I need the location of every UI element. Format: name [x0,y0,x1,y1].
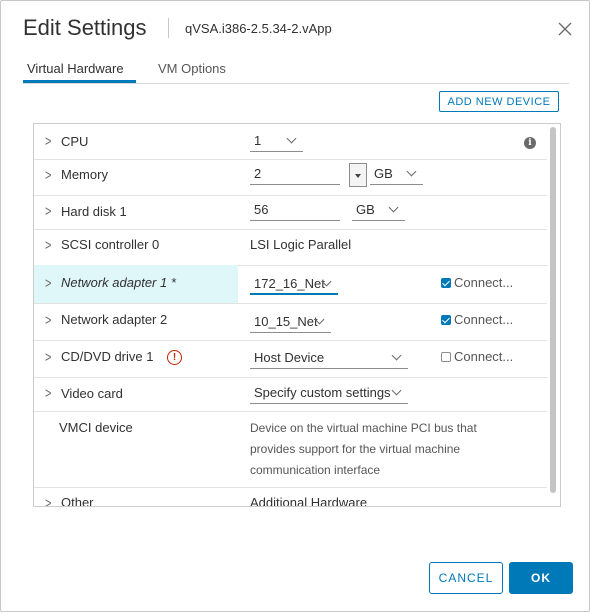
cd-device-select[interactable]: Host Device [250,349,408,369]
scrollbar[interactable] [550,127,556,493]
edit-settings-dialog: Edit Settings qVSA.i386-2.5.34-2.vApp Vi… [0,0,590,612]
info-icon[interactable]: i [524,137,536,149]
warning-icon: ! [167,350,182,365]
chevron-down-icon [388,202,399,213]
connect-checkbox-2[interactable] [441,315,451,325]
connect-label: Connect... [454,275,514,290]
active-tab-indicator [23,80,136,83]
row-cd-dvd-drive: > CD/DVD drive 1 ! Host Device Connect..… [34,340,547,378]
connect-label: Connect... [454,349,514,364]
cancel-button[interactable]: CANCEL [429,562,503,594]
ok-button[interactable]: OK [509,562,573,594]
chevron-right-icon[interactable]: > [45,168,51,184]
row-label: Memory [61,167,108,182]
chevron-right-icon[interactable]: > [45,496,51,506]
connect-label: Connect... [454,312,514,327]
row-label: CPU [61,134,89,149]
tab-vm-options[interactable]: VM Options [158,61,226,76]
video-card-select[interactable]: Specify custom settings [250,384,408,404]
network-select-1[interactable]: 172_16_Net [250,275,338,295]
add-new-device-button[interactable]: ADD NEW DEVICE [439,91,559,112]
dialog-title: Edit Settings [23,15,147,40]
title-divider [168,18,169,38]
chevron-down-icon [286,133,297,144]
tab-bar: Virtual Hardware VM Options [23,59,569,84]
chevron-down-icon [391,350,402,361]
memory-unit-select[interactable]: GB [370,165,423,185]
row-label: Network adapter 2 [61,312,168,327]
row-label: Network adapter 1 * [61,275,176,290]
row-memory: > Memory 2 GB [34,159,547,196]
row-vmci-device: VMCI device Device on the virtual machin… [34,411,547,488]
memory-spinner-button[interactable] [349,163,367,187]
chevron-right-icon[interactable]: > [45,313,51,329]
chevron-right-icon[interactable]: > [45,350,51,366]
row-label: Hard disk 1 [61,204,127,219]
row-cpu: > CPU 1 i [34,125,547,160]
chevron-right-icon[interactable]: > [45,238,51,254]
row-network-adapter-1: > Network adapter 1 * 172_16_Net Connect… [34,265,547,304]
tab-virtual-hardware[interactable]: Virtual Hardware [27,61,124,76]
row-scsi-controller: > SCSI controller 0 LSI Logic Parallel [34,229,547,266]
row-label: Other [61,495,94,506]
scsi-controller-type: LSI Logic Parallel [250,237,352,252]
chevron-right-icon[interactable]: > [45,134,51,150]
connect-checkbox-1[interactable] [441,278,451,288]
chevron-right-icon[interactable]: > [45,204,51,220]
row-other: > Other Additional Hardware [34,487,547,506]
memory-input[interactable]: 2 [250,165,340,185]
row-label: Video card [61,386,123,401]
row-label: SCSI controller 0 [61,237,160,252]
vm-name: qVSA.i386-2.5.34-2.vApp [185,21,332,36]
connect-checkbox-cd[interactable] [441,352,451,362]
row-network-adapter-2: > Network adapter 2 10_15_Net Connect... [34,303,547,341]
cpu-select[interactable]: 1 [250,132,303,152]
row-video-card: > Video card Specify custom settings [34,377,547,412]
hard-disk-unit-select[interactable]: GB [352,201,405,221]
chevron-right-icon[interactable]: > [45,276,51,292]
vmci-description: Device on the virtual machine PCI bus th… [250,421,477,477]
row-label: VMCI device [59,420,133,435]
other-value: Additional Hardware [250,495,368,506]
chevron-down-icon [391,385,402,396]
hard-disk-size-input[interactable]: 56 [250,201,340,221]
network-select-2[interactable]: 10_15_Net [250,313,331,333]
chevron-down-icon [406,166,417,177]
row-hard-disk: > Hard disk 1 56 GB [34,195,547,230]
chevron-right-icon[interactable]: > [45,386,51,402]
close-icon[interactable] [557,21,573,37]
row-label: CD/DVD drive 1 [61,349,154,364]
